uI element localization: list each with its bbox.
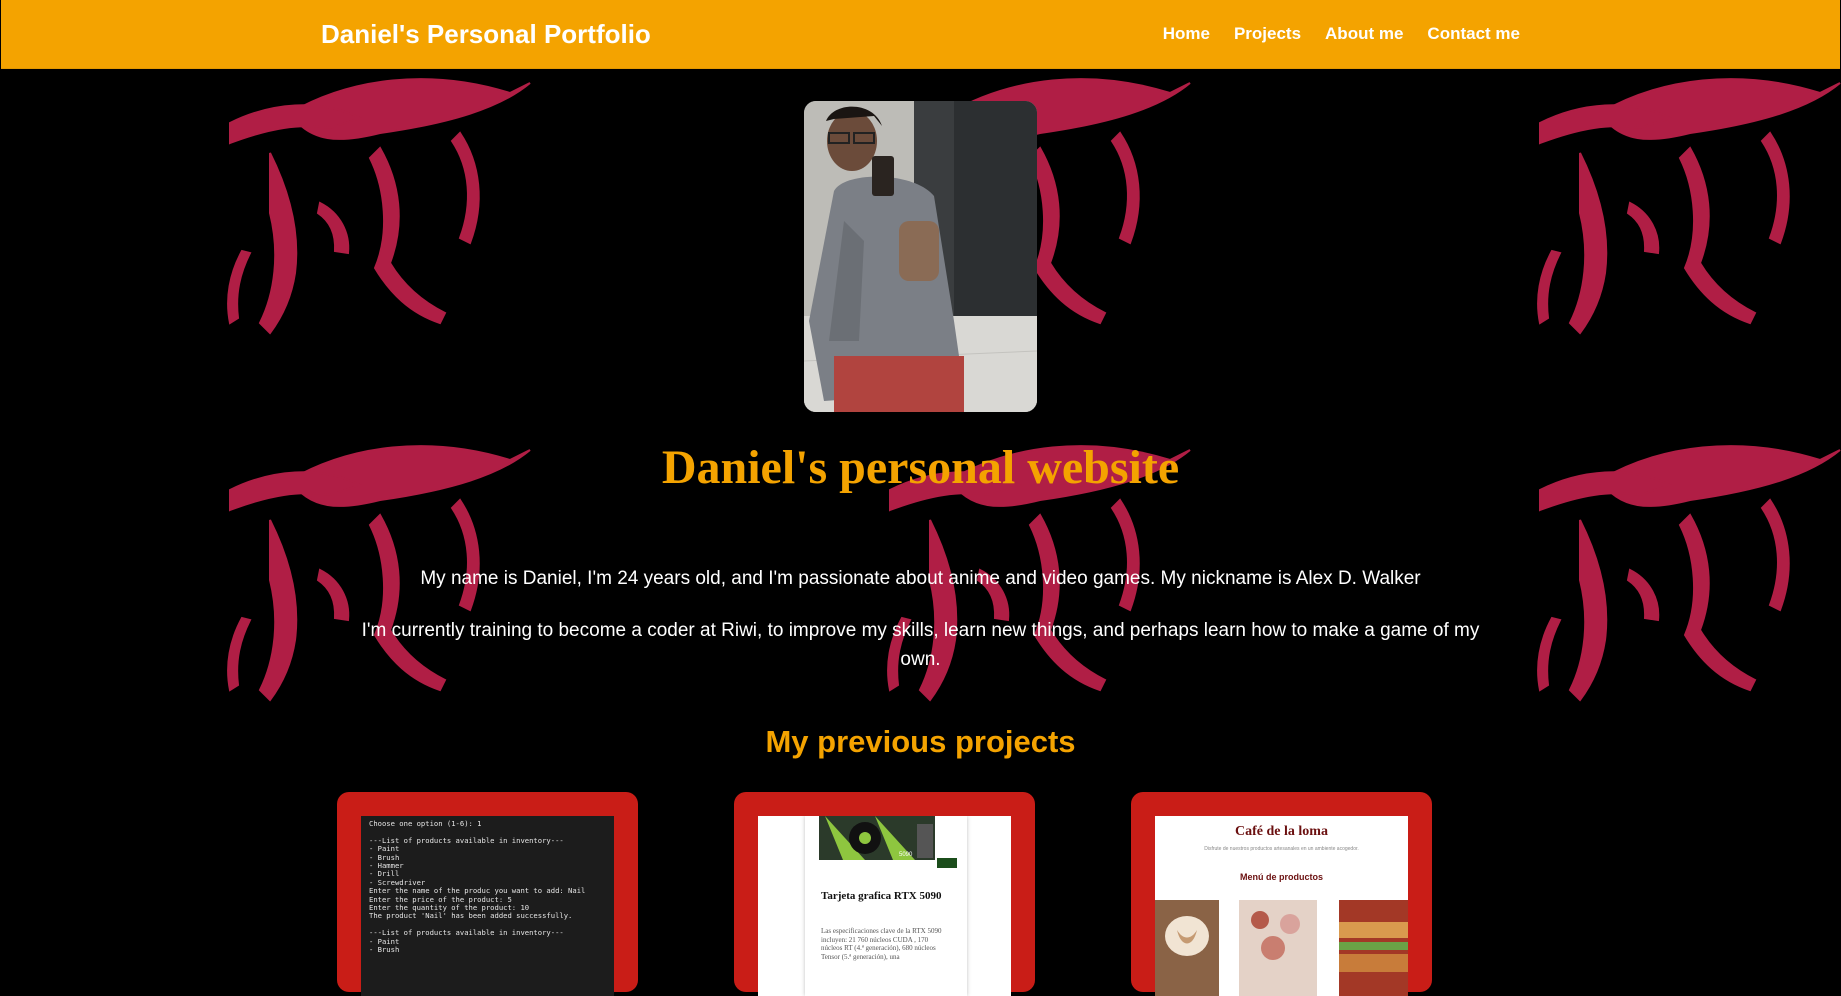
terminal-line: The product 'Nail' has been added succes…: [369, 911, 573, 921]
terminal-line: - Hammer: [369, 861, 404, 871]
project-screenshot-gpu: 5090 Tarjeta grafica RTX 5090 Las especi…: [758, 816, 1011, 996]
cafe-subtitle: Disfrute de nuestros productos artesanal…: [1204, 846, 1359, 852]
intro-text: My name is Daniel, I'm 24 years old, and…: [340, 564, 1501, 697]
terminal-line: - Brush: [369, 945, 400, 955]
cafe-title: Café de la loma: [1235, 824, 1328, 839]
terminal-line: Choose one option (1-6): 1: [369, 819, 482, 828]
page-title: Daniel's personal website: [661, 441, 1180, 494]
main-content: Daniel's personal website My name is Dan…: [0, 68, 1841, 996]
project-card-gpu[interactable]: 5090 Tarjeta grafica RTX 5090 Las especi…: [734, 792, 1035, 996]
nav-home[interactable]: Home: [1163, 24, 1210, 44]
terminal-line: ---List of products available in invento…: [369, 928, 564, 938]
terminal-line: - Brush: [369, 852, 400, 862]
terminal-line: ---List of products available in invento…: [369, 835, 564, 845]
nav-contact-me[interactable]: Contact me: [1427, 24, 1520, 44]
gpu-title: Tarjeta grafica RTX 5090: [821, 890, 942, 902]
gpu-box-label: 5090: [899, 852, 913, 858]
intro-paragraph: My name is Daniel, I'm 24 years old, and…: [420, 568, 1421, 589]
gpu-image: 5090: [819, 816, 957, 868]
projects-heading: My previous projects: [765, 724, 1076, 759]
project-screenshot-terminal: Choose one option (1-6): 1 ---List of pr…: [361, 816, 614, 996]
terminal-line: - Paint: [369, 936, 400, 946]
main-nav: Home Projects About me Contact me: [1163, 0, 1520, 68]
project-card-cafe[interactable]: Café de la loma Disfrute de nuestros pro…: [1131, 792, 1432, 996]
gpu-product-card: 5090 Tarjeta grafica RTX 5090 Las especi…: [805, 816, 967, 996]
intro-paragraph: I'm currently training to become a coder…: [361, 620, 1480, 670]
project-card-inventory[interactable]: Choose one option (1-6): 1 ---List of pr…: [337, 792, 638, 996]
nav-about-me[interactable]: About me: [1325, 24, 1403, 44]
nav-projects[interactable]: Projects: [1234, 24, 1301, 44]
site-brand[interactable]: Daniel's Personal Portfolio: [321, 0, 651, 68]
top-navbar: Daniel's Personal Portfolio Home Project…: [1, 0, 1840, 69]
cafe-product-images: [1155, 900, 1408, 996]
profile-photo: [804, 101, 1037, 412]
terminal-line: - Paint: [369, 844, 400, 854]
gpu-description: Las especificaciones clave de la RTX 509…: [821, 927, 942, 961]
project-screenshot-cafe: Café de la loma Disfrute de nuestros pro…: [1155, 816, 1408, 996]
cafe-menu-heading: Menú de productos: [1240, 872, 1323, 882]
